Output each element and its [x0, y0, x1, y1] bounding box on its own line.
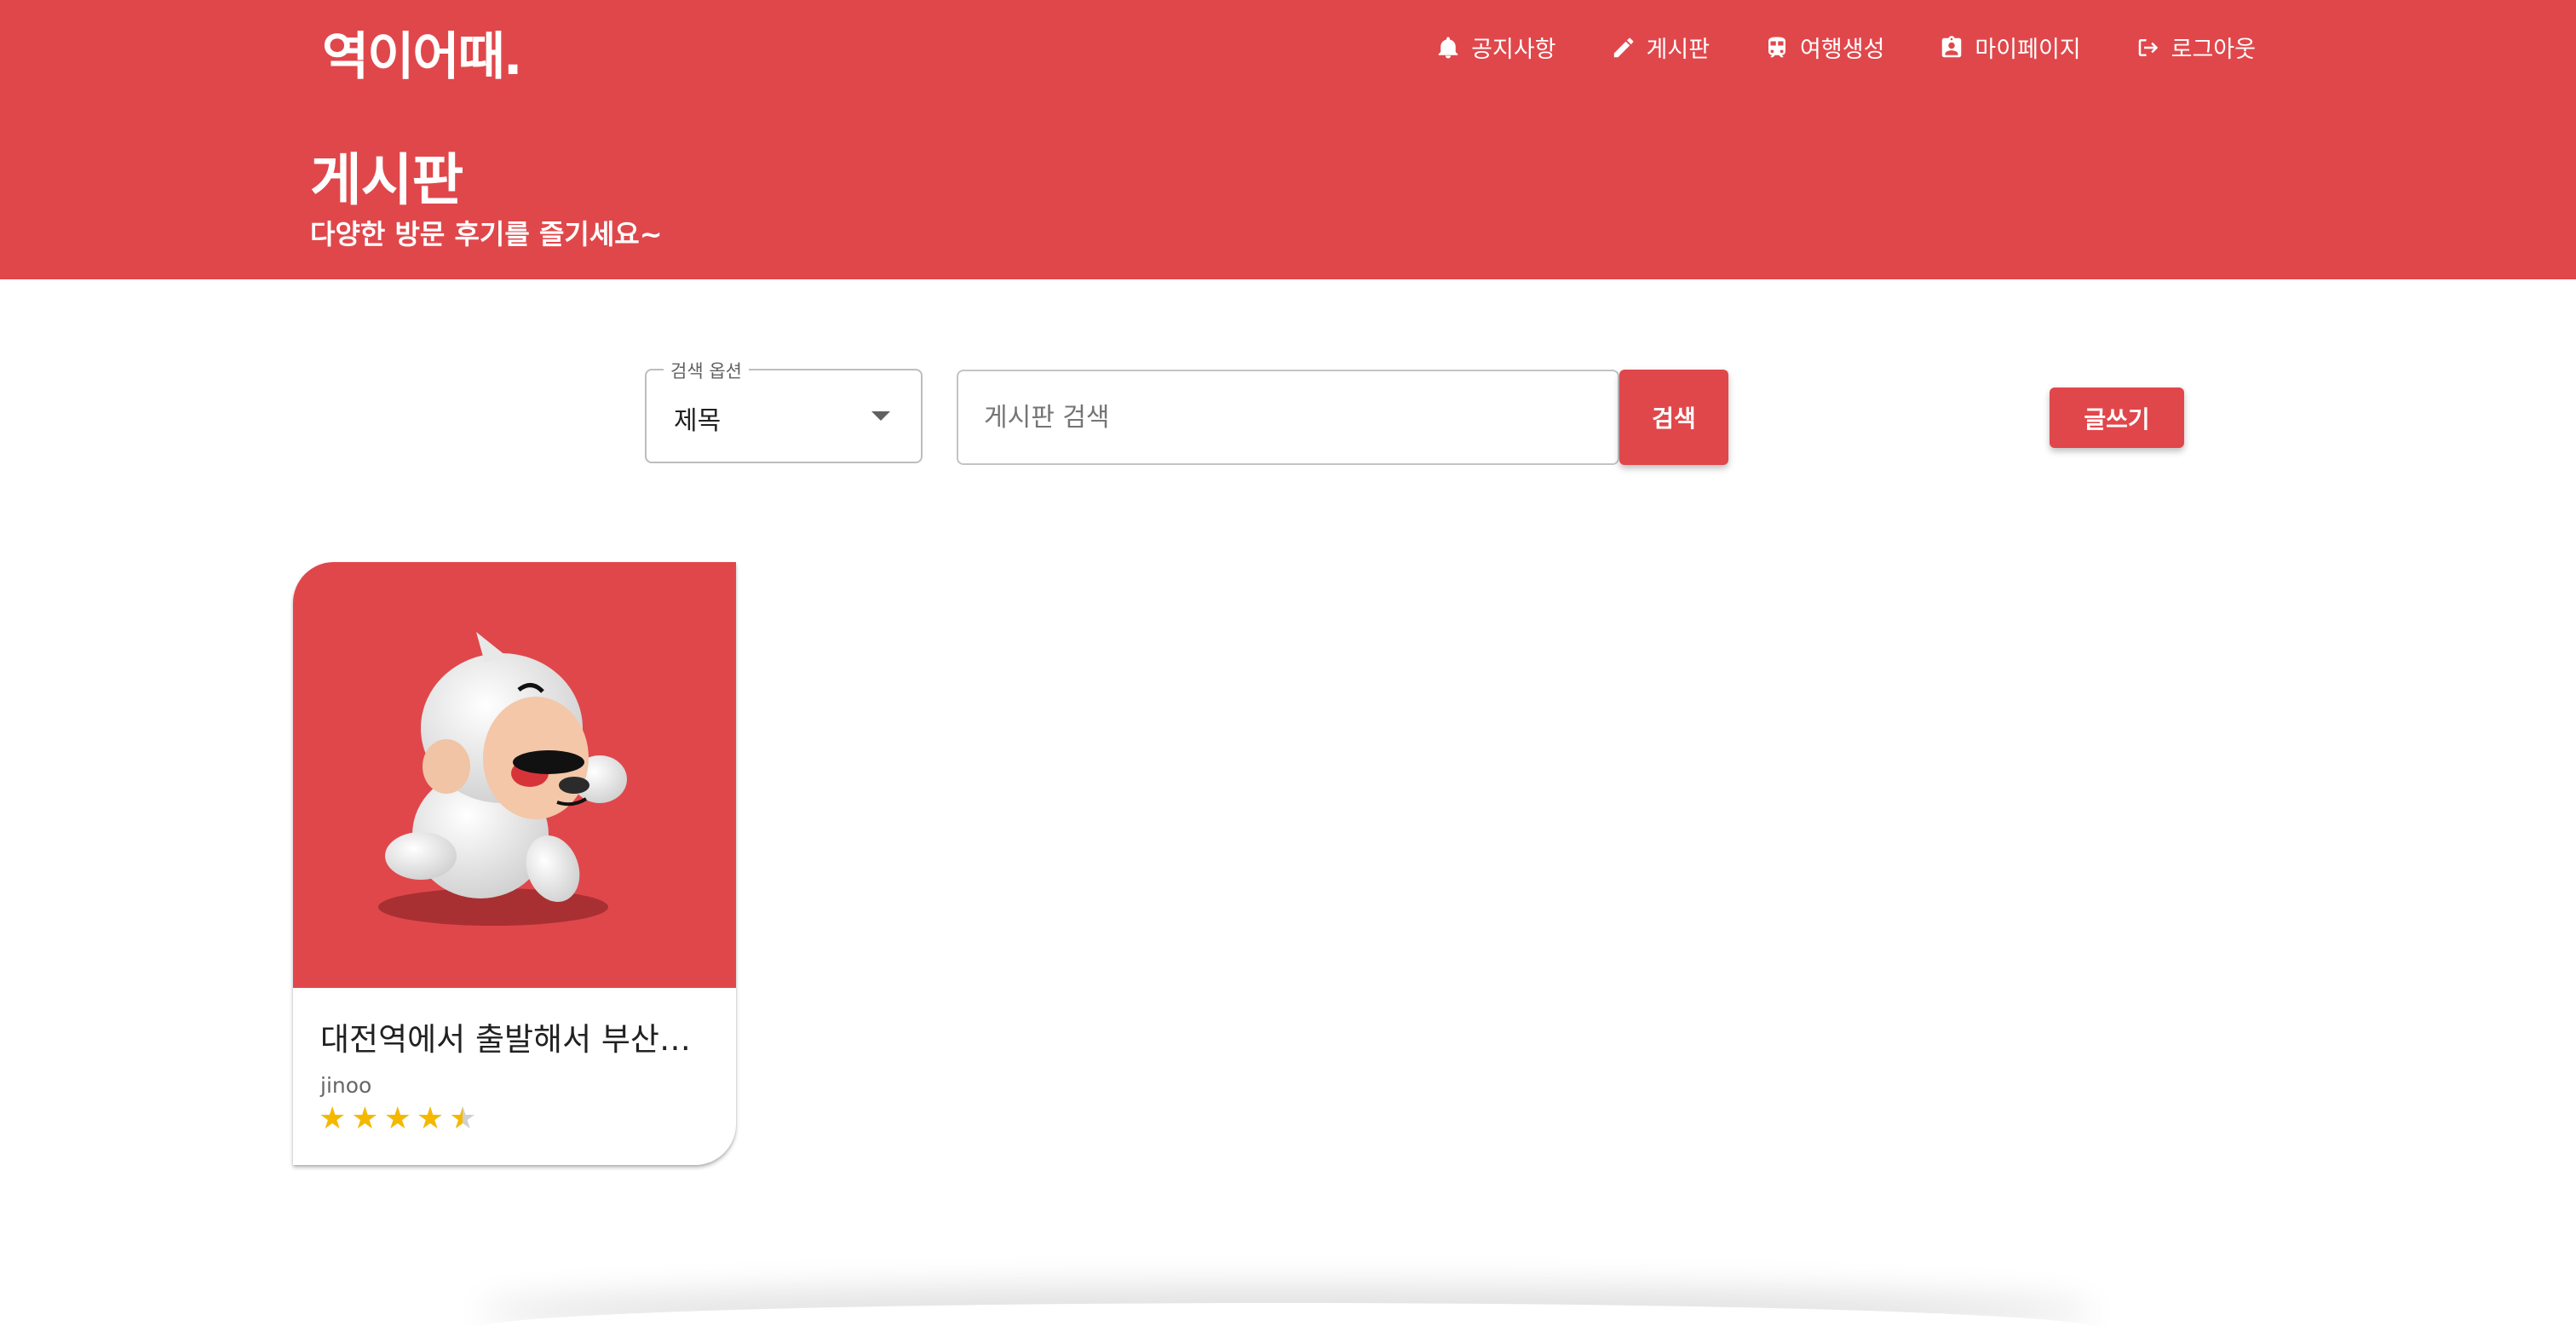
- nav-label: 공지사항: [1471, 37, 1556, 63]
- nav-notice[interactable]: 공지사항: [1435, 31, 1556, 64]
- pencil-icon: [1613, 37, 1633, 57]
- footer-shadow: [477, 1303, 2096, 1326]
- nav-label: 마이페이지: [1975, 37, 2081, 63]
- star-rating: ★ ★ ★ ★ ★: [319, 1100, 476, 1138]
- search-option-value: 제목: [674, 406, 722, 436]
- post-title: 대전역에서 출발해서 부산…: [320, 1021, 691, 1058]
- star-icon: ★: [351, 1101, 379, 1136]
- nav-label: 로그아웃: [2171, 37, 2256, 63]
- caret-down-icon: [871, 411, 890, 421]
- page-subtitle: 다양한 방문 후기를 즐기세요~: [310, 218, 663, 250]
- site-logo[interactable]: 역이어때.: [322, 15, 523, 89]
- write-post-button[interactable]: 글쓰기: [2050, 387, 2184, 448]
- nav-board[interactable]: 게시판: [1611, 31, 1711, 64]
- search-button[interactable]: 검색: [1619, 370, 1728, 465]
- page-title: 게시판: [310, 147, 463, 213]
- nav-label: 여행생성: [1800, 37, 1885, 63]
- nav-create-trip[interactable]: 여행생성: [1764, 31, 1884, 64]
- post-thumbnail: [293, 562, 736, 988]
- post-card[interactable]: 대전역에서 출발해서 부산… jinoo ★ ★ ★ ★ ★: [293, 562, 736, 1165]
- half-star-icon: ★: [449, 1101, 477, 1136]
- white-monkey-mascot-icon: [378, 632, 627, 926]
- train-icon: [1768, 37, 1786, 57]
- page-header: 역이어때. 공지사항 게시판 여행생성 마이페이지 로그아웃 게시판 다양한 방…: [0, 0, 2576, 279]
- star-icon: ★: [383, 1101, 411, 1136]
- bell-icon: [1438, 37, 1458, 58]
- top-nav: 공지사항 게시판 여행생성 마이페이지 로그아웃: [1435, 31, 2256, 64]
- search-option-label: 검색 옵션: [664, 358, 749, 383]
- search-input[interactable]: [957, 370, 1619, 465]
- nav-logout[interactable]: 로그아웃: [2136, 31, 2256, 64]
- nav-mypage[interactable]: 마이페이지: [1939, 31, 2081, 64]
- id-badge-icon: [1942, 35, 1962, 57]
- star-icon: ★: [319, 1101, 347, 1136]
- search-option-select[interactable]: 검색 옵션 제목: [645, 358, 923, 463]
- star-icon: ★: [416, 1101, 445, 1136]
- nav-label: 게시판: [1646, 37, 1711, 63]
- logout-icon: [2138, 38, 2158, 56]
- post-author: jinoo: [320, 1073, 372, 1098]
